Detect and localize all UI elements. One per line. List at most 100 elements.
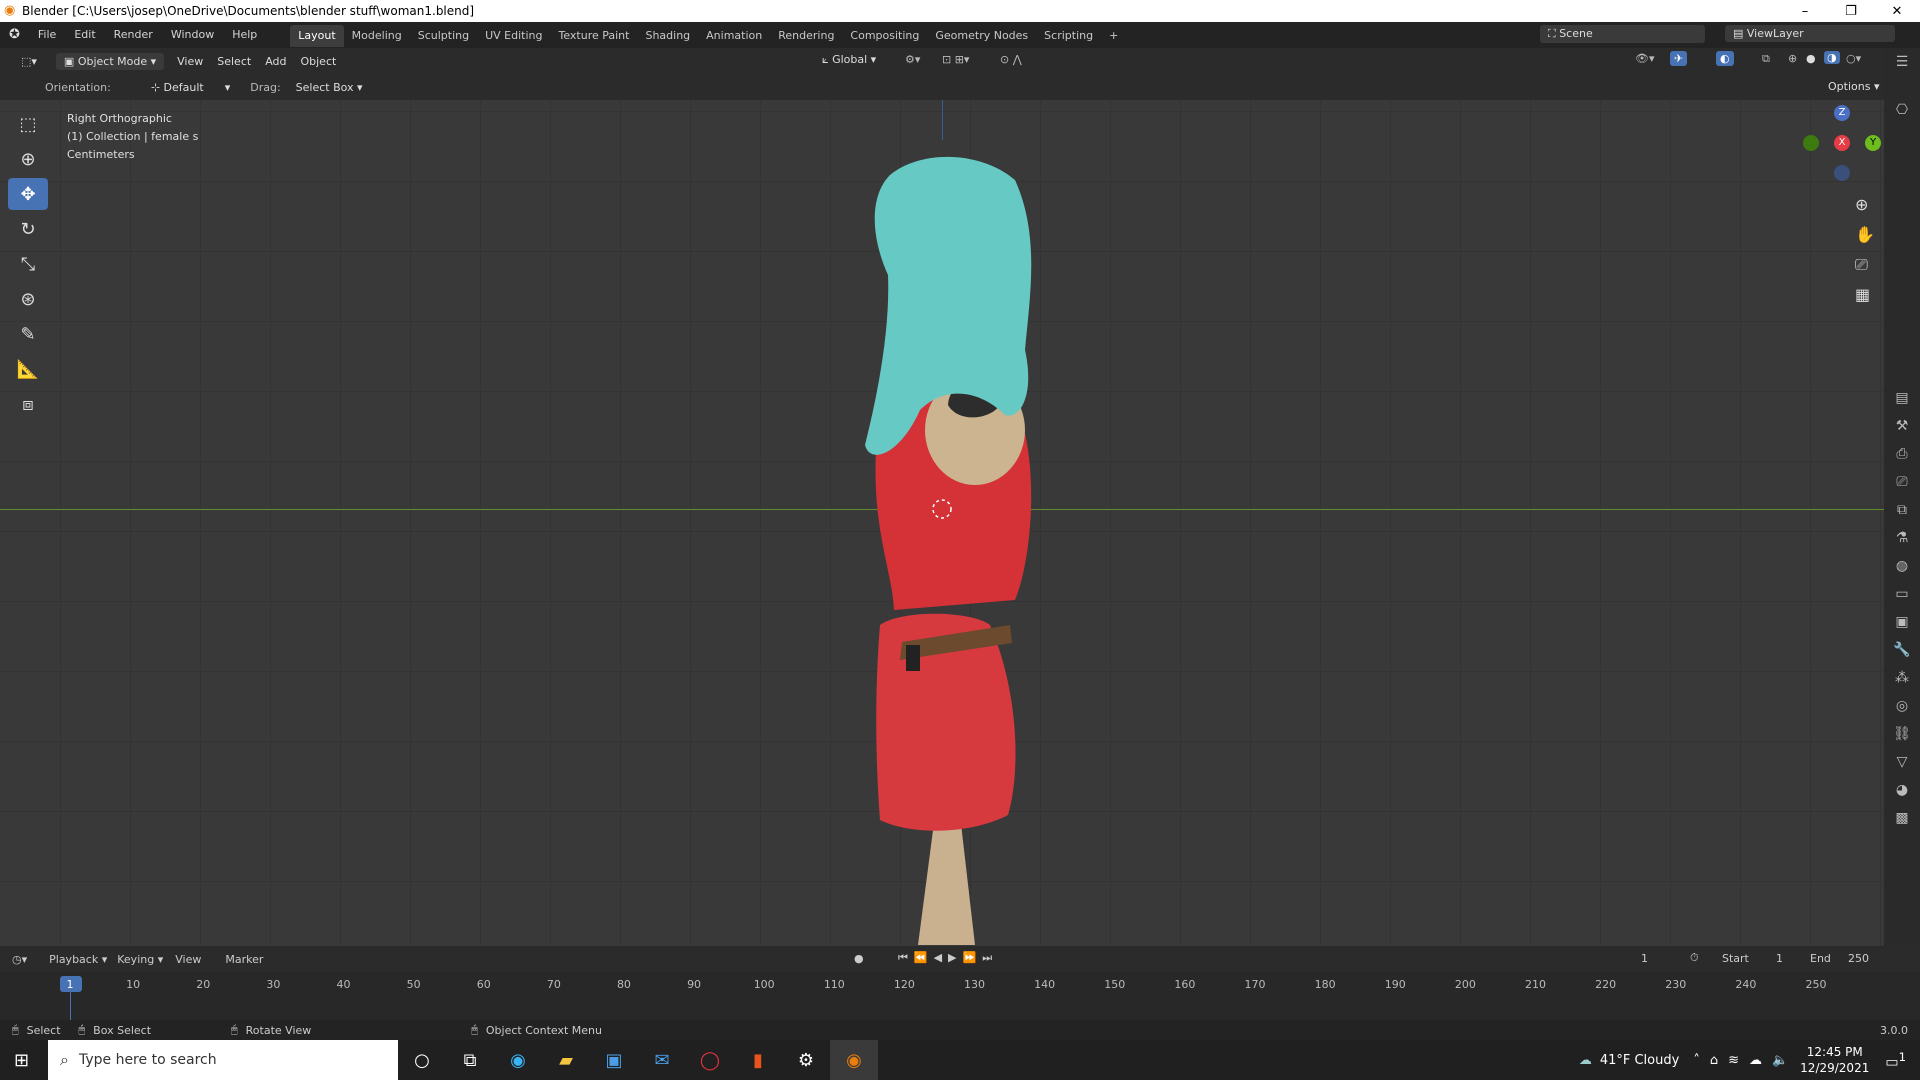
zoom-icon[interactable]: ⊕	[1855, 195, 1868, 214]
material-shading-icon[interactable]: ◑	[1824, 51, 1840, 64]
data-properties-icon[interactable]: ▽	[1884, 748, 1920, 776]
scale-tool-icon[interactable]: ⤡	[8, 248, 48, 280]
view-layer-selector[interactable]: ▤ ViewLayer	[1725, 25, 1895, 42]
onedrive-icon[interactable]: ☁	[1749, 1053, 1762, 1068]
menu-add[interactable]: Add	[258, 55, 293, 68]
view-layer-properties-icon[interactable]: ⧉	[1884, 496, 1920, 524]
navigation-gizmo[interactable]: Z Y X	[1800, 105, 1881, 185]
tab-rendering[interactable]: Rendering	[770, 25, 842, 47]
cortana-icon[interactable]: ○	[398, 1040, 446, 1080]
camera-icon[interactable]: ⎚	[1855, 255, 1868, 275]
xray-icon[interactable]: ⧉	[1762, 52, 1770, 66]
weather-text[interactable]: 41°F Cloudy	[1600, 1053, 1679, 1068]
physics-properties-icon[interactable]: ◎	[1884, 692, 1920, 720]
world-properties-icon[interactable]: ◍	[1884, 552, 1920, 580]
material-properties-icon[interactable]: ◕	[1884, 776, 1920, 804]
move-tool-icon[interactable]: ✥	[8, 178, 48, 210]
opera-icon[interactable]: ◯	[686, 1040, 734, 1080]
maximize-button[interactable]: ❐	[1828, 0, 1874, 22]
annotate-tool-icon[interactable]: ✎	[8, 318, 48, 350]
overlay-toggle-icon[interactable]: ◐	[1716, 51, 1734, 66]
modifier-properties-icon[interactable]: 🔧	[1884, 636, 1920, 664]
transform-tool-icon[interactable]: ⊛	[8, 283, 48, 315]
outliner-icon[interactable]: ☰	[1884, 48, 1920, 76]
transform-orientation-dropdown[interactable]: ⟀ Global ▾	[822, 53, 876, 67]
add-cube-tool-icon[interactable]: ⧈	[8, 388, 48, 420]
office-icon[interactable]: ▮	[734, 1040, 782, 1080]
menu-window[interactable]: Window	[162, 22, 223, 48]
rendered-shading-icon[interactable]: ○▾	[1846, 52, 1861, 65]
output-properties-icon[interactable]: ⎚	[1884, 468, 1920, 496]
edge-icon[interactable]: ◉	[494, 1040, 542, 1080]
gizmo-toggle-icon[interactable]: ✈	[1670, 51, 1688, 66]
wireframe-shading-icon[interactable]: ⊕	[1788, 52, 1797, 65]
file-explorer-icon[interactable]: ▰	[542, 1040, 590, 1080]
proportional-edit-icon[interactable]: ⊙ ⋀	[1000, 53, 1022, 66]
blender-taskbar-icon[interactable]: ◉	[830, 1040, 878, 1080]
blender-menu-icon[interactable]: ✪	[0, 22, 29, 48]
timeline-editor-icon[interactable]: ◷▾	[12, 953, 27, 966]
snap-icon[interactable]: ⊡ ⊞▾	[942, 53, 969, 66]
tool-properties-icon[interactable]: ⚒	[1884, 412, 1920, 440]
gizmo-neg-z-axis[interactable]	[1834, 165, 1850, 181]
gizmo-y-axis[interactable]: Y	[1865, 135, 1881, 151]
search-input[interactable]: Type here to search	[79, 1052, 217, 1068]
mode-selector[interactable]: ▣ Object Mode ▾	[55, 52, 165, 70]
marker-menu[interactable]: Marker	[225, 953, 263, 966]
tab-sculpting[interactable]: Sculpting	[410, 25, 477, 47]
tab-uv-editing[interactable]: UV Editing	[477, 25, 550, 47]
menu-view[interactable]: View	[170, 55, 210, 68]
tab-layout[interactable]: Layout	[290, 25, 344, 47]
cursor-tool-icon[interactable]: ⊕	[8, 143, 48, 175]
mail-icon[interactable]: ✉	[638, 1040, 686, 1080]
network-icon[interactable]: ⌂	[1710, 1053, 1718, 1068]
gizmo-x-axis[interactable]: X	[1834, 135, 1850, 151]
notification-icon[interactable]: ▭1	[1885, 1050, 1906, 1071]
stopwatch-icon[interactable]: ⏱	[1690, 951, 1699, 965]
timeline-view-menu[interactable]: View	[175, 953, 201, 966]
clock[interactable]: 12:45 PM 12/29/2021	[1800, 1044, 1869, 1076]
wifi-icon[interactable]: ≋	[1728, 1053, 1739, 1068]
windows-start-icon[interactable]: ⊞	[14, 1050, 29, 1071]
camera-lock-icon[interactable]: ⎔	[1884, 96, 1920, 124]
tab-animation[interactable]: Animation	[698, 25, 770, 47]
taskbar-search[interactable]: ⌕ Type here to search	[48, 1040, 398, 1080]
menu-edit[interactable]: Edit	[65, 22, 104, 48]
character-model[interactable]	[840, 155, 1080, 945]
current-frame[interactable]: 1	[1641, 952, 1648, 965]
3d-viewport[interactable]: Z Y X ⊕ ✋ ⎚ ▦	[0, 100, 1884, 946]
scene-properties-icon[interactable]: ⚗	[1884, 524, 1920, 552]
store-icon[interactable]: ▣	[590, 1040, 638, 1080]
tab-scripting[interactable]: Scripting	[1036, 25, 1101, 47]
menu-help[interactable]: Help	[223, 22, 266, 48]
object-properties-icon[interactable]: ▣	[1884, 608, 1920, 636]
menu-render[interactable]: Render	[105, 22, 162, 48]
gizmo-neg-y-axis[interactable]	[1803, 135, 1819, 151]
pivot-icon[interactable]: ⚙▾	[905, 53, 920, 66]
timeline-ruler[interactable]: 1 10 20 30 40 50 60 70 80 90 100 110 120 130 140 150 160…	[0, 972, 1920, 1020]
tab-compositing[interactable]: Compositing	[842, 25, 927, 47]
start-frame[interactable]: 1	[1776, 952, 1783, 965]
add-workspace-button[interactable]: +	[1101, 25, 1126, 47]
measure-tool-icon[interactable]: 📐	[8, 353, 48, 385]
visibility-icon[interactable]: 👁▾	[1635, 52, 1655, 65]
drag-dropdown[interactable]: Select Box ▾	[296, 81, 363, 94]
task-view-icon[interactable]: ⧉	[446, 1040, 494, 1080]
pan-hand-icon[interactable]: ✋	[1855, 225, 1875, 244]
render-properties-icon[interactable]: ⎙	[1884, 440, 1920, 468]
texture-properties-icon[interactable]: ▩	[1884, 804, 1920, 832]
tray-chevron-icon[interactable]: ˄	[1693, 1053, 1700, 1068]
playback-controls[interactable]: ⏮⏪◀▶⏩⏭	[898, 951, 998, 965]
menu-object[interactable]: Object	[293, 55, 343, 68]
keying-menu[interactable]: Keying ▾	[117, 953, 163, 966]
menu-select[interactable]: Select	[210, 55, 258, 68]
solid-shading-icon[interactable]: ●	[1806, 52, 1816, 65]
volume-icon[interactable]: 🔈	[1772, 1053, 1788, 1068]
tab-geometry-nodes[interactable]: Geometry Nodes	[927, 25, 1036, 47]
particle-properties-icon[interactable]: ⁂	[1884, 664, 1920, 692]
menu-file[interactable]: File	[29, 22, 65, 48]
tab-modeling[interactable]: Modeling	[344, 25, 410, 47]
tab-texture-paint[interactable]: Texture Paint	[550, 25, 637, 47]
scene-selector[interactable]: ⛶ Scene	[1540, 25, 1705, 43]
steam-icon[interactable]: ⚙	[782, 1040, 830, 1080]
